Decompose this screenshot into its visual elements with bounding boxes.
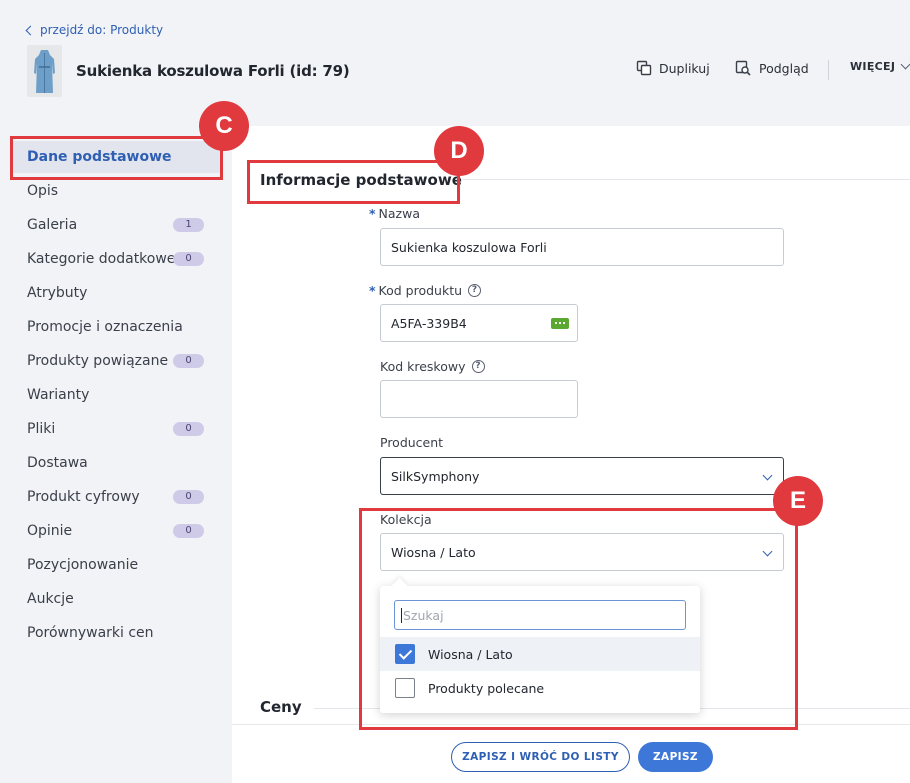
- required-asterisk: *: [369, 283, 376, 298]
- barcode-label: Kod kreskowy ?: [380, 359, 485, 374]
- save-button[interactable]: ZAPISZ: [638, 742, 713, 772]
- count-badge: 0: [173, 422, 204, 436]
- duplicate-button[interactable]: Duplikuj: [636, 60, 710, 76]
- marker-e: E: [773, 476, 823, 526]
- back-to-products-link[interactable]: przejdź do: Produkty: [25, 23, 164, 37]
- required-asterisk: *: [369, 206, 376, 221]
- collection-select[interactable]: Wiosna / Lato: [380, 533, 784, 571]
- section-title-basic-info: Informacje podstawowe: [260, 171, 462, 189]
- count-badge: 0: [173, 354, 204, 368]
- sidebar-item-label: Porównywarki cen: [27, 625, 154, 641]
- header-divider: [828, 60, 829, 80]
- sidebar-item-label: Opinie: [27, 523, 73, 539]
- sidebar-item-label: Atrybuty: [27, 285, 88, 301]
- sidebar-item-kategorie-dodatkowe[interactable]: Kategorie dodatkowe 0: [12, 243, 220, 275]
- section-divider: [462, 179, 910, 180]
- text-caret: [401, 607, 402, 623]
- product-sections-sidebar: Dane podstawowe Opis Galeria 1 Kategorie dod…: [0, 126, 232, 783]
- chevron-down-icon: [900, 59, 910, 70]
- sidebar-item-label: Pliki: [27, 421, 56, 437]
- section-title-prices: Ceny: [260, 698, 302, 716]
- sidebar-item-aukcje[interactable]: Aukcje: [12, 583, 220, 615]
- name-label: * Nazwa: [369, 206, 421, 221]
- sidebar-item-label: Dostawa: [27, 455, 88, 471]
- producer-select[interactable]: SilkSymphony: [380, 457, 784, 495]
- product-title: Sukienka koszulowa Forli (id: 79): [76, 62, 350, 80]
- sidebar-item-opis[interactable]: Opis: [12, 175, 220, 207]
- sidebar-item-pliki[interactable]: Pliki 0: [12, 413, 220, 445]
- sidebar-item-label: Pozycjonowanie: [27, 557, 139, 573]
- product-code-input[interactable]: A5FA-339B4: [380, 304, 578, 342]
- barcode-input[interactable]: [380, 380, 578, 418]
- preview-icon: [735, 60, 751, 76]
- sidebar-item-label: Aukcje: [27, 591, 74, 607]
- count-badge: 1: [173, 218, 204, 232]
- count-badge: 0: [173, 252, 204, 266]
- checkbox-icon[interactable]: [395, 678, 415, 698]
- chevron-left-icon: [25, 25, 36, 36]
- preview-button[interactable]: Podgląd: [735, 60, 809, 76]
- more-menu-button[interactable]: WIĘCEJ: [850, 59, 910, 73]
- collection-dropdown: Szukaj Wiosna / Lato Produkty polecane: [380, 586, 700, 713]
- sidebar-item-produkty-powiazane[interactable]: Produkty powiązane 0: [12, 345, 220, 377]
- sidebar-item-galeria[interactable]: Galeria 1: [12, 209, 220, 241]
- sidebar-item-label: Galeria: [27, 217, 78, 233]
- sidebar-item-dane-podstawowe[interactable]: Dane podstawowe: [12, 141, 220, 173]
- sidebar-item-label: Promocje i oznaczenia: [27, 319, 183, 335]
- producer-label: Producent: [380, 435, 444, 450]
- more-label: WIĘCEJ: [850, 60, 896, 73]
- duplicate-label: Duplikuj: [659, 60, 710, 76]
- help-icon[interactable]: ?: [468, 284, 482, 297]
- sidebar-item-promocje-i-oznaczenia[interactable]: Promocje i oznaczenia: [12, 311, 220, 343]
- sidebar-item-warianty[interactable]: Warianty: [12, 379, 220, 411]
- sidebar-item-porownywarki-cen[interactable]: Porównywarki cen: [12, 617, 220, 649]
- sidebar-item-label: Produkty powiązane: [27, 353, 169, 369]
- sidebar-item-label: Kategorie dodatkowe: [27, 251, 176, 267]
- form-footer: ZAPISZ I WRÓĆ DO LISTY ZAPISZ: [232, 724, 910, 783]
- chevron-down-icon: [762, 546, 773, 557]
- dropdown-search-input[interactable]: Szukaj: [394, 600, 686, 630]
- sidebar-item-opinie[interactable]: Opinie 0: [12, 515, 220, 547]
- chevron-down-icon: [762, 470, 773, 481]
- dropdown-option[interactable]: Produkty polecane: [380, 671, 700, 705]
- product-thumbnail: [27, 45, 62, 97]
- marker-c: C: [199, 101, 249, 151]
- sidebar-item-label: Opis: [27, 183, 59, 199]
- sidebar-item-label: Dane podstawowe: [27, 149, 172, 165]
- page-header: przejdź do: Produkty Sukienka koszulowa …: [0, 0, 910, 126]
- header-actions: Duplikuj Podgląd WIĘCEJ: [610, 59, 910, 82]
- count-badge: 0: [173, 490, 204, 504]
- sidebar-item-atrybuty[interactable]: Atrybuty: [12, 277, 220, 309]
- dropdown-option[interactable]: Wiosna / Lato: [380, 637, 700, 671]
- generate-code-icon[interactable]: [551, 318, 569, 329]
- sidebar-item-dostawa[interactable]: Dostawa: [12, 447, 220, 479]
- product-name-input[interactable]: Sukienka koszulowa Forli: [380, 228, 784, 266]
- save-and-back-button[interactable]: ZAPISZ I WRÓĆ DO LISTY: [451, 742, 630, 772]
- checkbox-checked-icon[interactable]: [395, 644, 415, 664]
- collection-label: Kolekcja: [380, 512, 432, 527]
- sidebar-item-label: Produkt cyfrowy: [27, 489, 140, 505]
- back-link-label: przejdź do: Produkty: [40, 23, 164, 37]
- duplicate-icon: [636, 60, 652, 76]
- sidebar-item-pozycjonowanie[interactable]: Pozycjonowanie: [12, 549, 220, 581]
- marker-d: D: [434, 126, 484, 176]
- product-code-label: * Kod produktu ?: [369, 283, 482, 298]
- preview-label: Podgląd: [759, 60, 809, 76]
- sidebar-item-produkt-cyfrowy[interactable]: Produkt cyfrowy 0: [12, 481, 220, 513]
- sidebar-item-label: Warianty: [27, 387, 90, 403]
- help-icon[interactable]: ?: [471, 360, 485, 373]
- count-badge: 0: [173, 524, 204, 538]
